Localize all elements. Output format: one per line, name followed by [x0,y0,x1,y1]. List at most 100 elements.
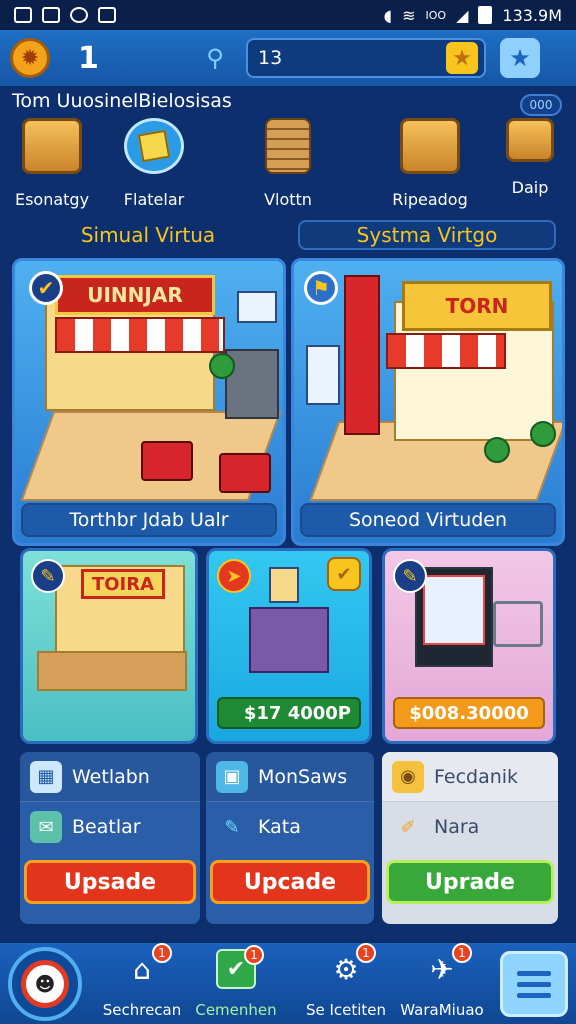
search-icon[interactable]: ⚲ [198,41,232,75]
kiosk-icon: ▣ [216,760,248,793]
category-pill[interactable]: 000 [520,94,562,116]
store-awning [386,333,506,369]
sync-icon [70,7,88,23]
stall-sign: TOIRA [81,569,165,599]
favorites-button[interactable]: ★ [500,38,540,78]
nav-label: Se Icetiten [305,1001,387,1019]
jar-icon: ◉ [392,760,424,793]
clock: 133.9M [502,5,562,25]
panel-row-label: MonSaws [258,765,348,788]
store-card-1[interactable]: UINNJAR ✔ Torthbr Jdab Ualr [12,258,286,546]
ticket-badge-icon: ➤ [217,559,251,593]
shopping-cart-icon [219,453,271,493]
category-label: Vlottn [264,190,312,209]
upgrade-button[interactable]: Upsade [24,860,196,904]
panel-row-label: Fecdanik [434,765,519,788]
tab-simual-virtua[interactable]: Simual Virtua [20,220,276,250]
category-item-3[interactable]: Vlottn [238,118,338,209]
menu-icon [517,970,551,976]
price-label: $17 4000P [217,697,361,729]
stall-counter [37,651,187,691]
category-item-4[interactable]: Ripeadog [380,118,480,209]
panel-row-label: Kata [258,816,301,838]
category-item-5[interactable]: Daip [480,118,576,197]
notification-badge: 1 [244,945,264,965]
crates-icon [22,118,82,174]
store-card-label: Soneod Virtuden [300,503,556,537]
store-card-label: Torthbr Jdab Ualr [21,503,277,537]
nav-label: Cemenhen [195,1001,277,1019]
plant-icon [530,421,556,447]
sign-pillar [344,275,380,435]
megaphone-icon: ✈ 1 [422,943,472,989]
settings-cog-icon: ⚙ 1 [326,943,376,989]
ticket-icon: ✉ [30,811,62,843]
tab-systma-virtgo[interactable]: Systma Virtgo [298,220,556,250]
upgrade-panel-3: ◉ Fecdanik ✐ Nara Uprade [382,752,558,924]
receipt-icon [269,567,299,603]
item-card-register[interactable]: ➤ ✔ $17 4000P [206,548,372,744]
notification-badge: 1 [356,943,376,963]
top-bar: ✹ 1 ⚲ 13 ★ ★ [0,30,576,86]
store-badge-icon: ⚑ [304,271,338,305]
sticky-note-icon [124,118,184,174]
price-poster [306,345,340,405]
search-value: 13 [258,47,283,69]
carrier-text: IOO [425,8,447,22]
radio-icon: ▦ [30,760,62,793]
nav-label: WaraMiuao [400,1001,484,1019]
category-item-1[interactable]: Esonatgy [2,118,102,209]
bottom-nav: ☻ ⌂ 1 Sechrecan ✔ 1 Cemenhen ⚙ 1 Se Icet… [0,940,576,1024]
category-label: Ripeadog [392,190,468,209]
shopping-cart-icon [141,441,193,481]
menu-button[interactable] [500,951,568,1017]
panel-row[interactable]: ◉ Fecdanik [382,752,558,802]
panel-row[interactable]: ▦ Wetlabn [20,752,200,802]
notification-badge: 1 [152,943,172,963]
status-bar: ◖ ≋ IOO ◢ 133.9M [0,0,576,30]
wifi-icon: ≋ [402,5,416,25]
nav-item-1[interactable]: ⌂ 1 Sechrecan [92,943,192,1019]
notification-icon [14,7,32,23]
settings-gear-icon[interactable]: ✹ [10,38,50,78]
profile-avatar[interactable]: ☻ [8,947,82,1021]
panel-row-label: Beatlar [72,816,141,838]
upgrade-button[interactable]: Uprade [386,860,554,904]
panel-row[interactable]: ✉ Beatlar [20,802,200,852]
store-awning [55,317,225,353]
mute-icon: ◖ [383,5,393,25]
hammer-badge-icon: ✎ [393,559,427,593]
menu-icon-line [517,992,551,998]
category-item-2[interactable]: Flatelar [104,118,204,209]
gallery-icon [42,7,60,23]
tag-badge-icon: ✔ [327,557,361,591]
battery-icon [478,6,493,24]
nav-item-3[interactable]: ⚙ 1 Se Icetiten [296,943,396,1019]
store-sign: UINNJAR [55,275,215,315]
item-card-online-store[interactable]: ✎ $008.30000 [382,548,556,744]
panel-row[interactable]: ✐ Nara [382,802,558,852]
panel-row[interactable]: ▣ MonSaws [206,752,374,802]
price-poster [237,291,277,323]
search-input[interactable]: 13 ★ [246,38,486,78]
store-card-2[interactable]: TORN ⚑ Soneod Virtuden [291,258,565,546]
category-label: Esonatgy [14,190,90,209]
open-box-icon [400,118,460,174]
category-title: Tom UuosinelBielosisas [12,90,232,112]
star-icon[interactable]: ★ [446,42,478,74]
checkmark-badge-icon: ✔ [29,271,63,305]
upgrade-button[interactable]: Upcade [210,860,370,904]
item-card-warehouse[interactable]: TOIRA ✎ [20,548,198,744]
player-level: 1 [78,40,99,76]
notification-badge: 1 [452,943,472,963]
pen-icon: ✎ [224,816,240,838]
menu-icon-line [517,981,551,987]
cash-register-icon [249,607,329,673]
panel-row[interactable]: ✎ Kata [206,802,374,852]
avatar-face-icon: ☻ [21,960,69,1008]
panel-row-label: Nara [434,816,480,838]
upgrade-panel-1: ▦ Wetlabn ✉ Beatlar Upsade [20,752,200,924]
plant-icon [484,437,510,463]
nav-item-2[interactable]: ✔ 1 Cemenhen [186,945,286,1019]
nav-item-4[interactable]: ✈ 1 WaraMiuao [392,943,492,1019]
